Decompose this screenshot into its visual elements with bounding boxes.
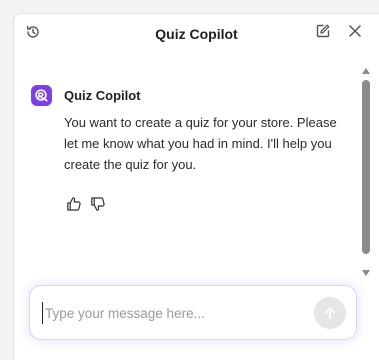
- thumbs-down-icon: [91, 197, 105, 211]
- quiz-copilot-panel: Quiz Copilot Quiz Copilot You want to cr…: [13, 13, 379, 360]
- message-list[interactable]: Quiz Copilot You want to create a quiz f…: [14, 54, 379, 276]
- panel-header: Quiz Copilot: [14, 14, 379, 52]
- scroll-up-arrow-icon[interactable]: [362, 68, 370, 74]
- close-button[interactable]: [345, 21, 365, 41]
- quiz-copilot-logo-icon: [31, 85, 52, 106]
- scroll-thumb[interactable]: [362, 80, 370, 254]
- vertical-scrollbar[interactable]: [358, 66, 374, 276]
- message-input[interactable]: [42, 302, 307, 324]
- message-composer: [29, 285, 357, 340]
- edit-icon: [316, 24, 330, 38]
- scroll-down-arrow-icon[interactable]: [362, 270, 370, 276]
- close-icon: [349, 25, 361, 37]
- message-text: You want to create a quiz for your store…: [64, 115, 337, 172]
- new-chat-button[interactable]: [313, 21, 333, 41]
- arrow-up-icon: [324, 307, 336, 319]
- send-button[interactable]: [314, 297, 346, 329]
- message-feedback: [66, 196, 106, 212]
- thumbs-up-icon: [67, 197, 81, 211]
- thumbs-up-button[interactable]: [66, 196, 82, 212]
- message-sender: Quiz Copilot: [64, 88, 141, 103]
- thumbs-down-button[interactable]: [90, 196, 106, 212]
